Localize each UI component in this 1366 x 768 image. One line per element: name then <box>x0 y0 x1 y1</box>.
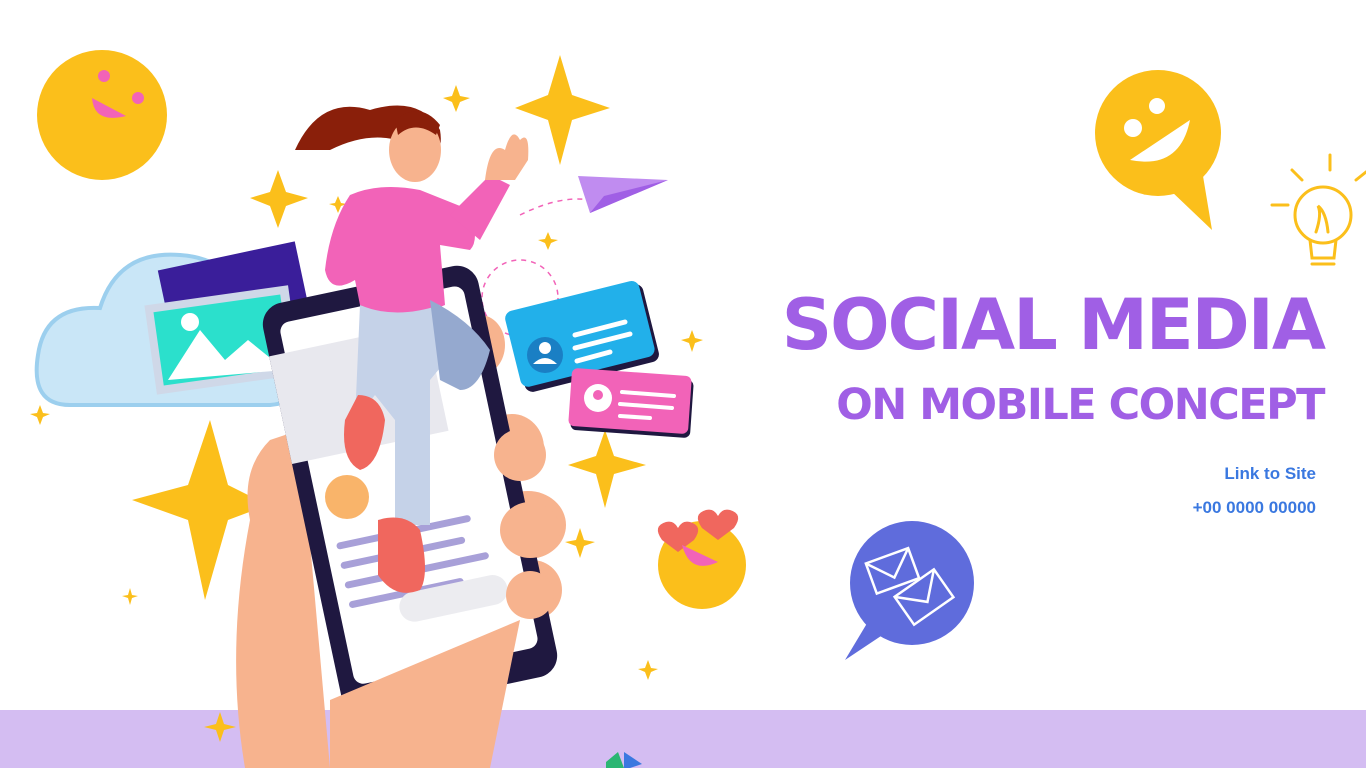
phone-number: +00 0000 00000 <box>1192 498 1316 517</box>
profile-card-icon <box>568 368 694 438</box>
logo-mark <box>606 752 642 768</box>
paper-plane-icon <box>578 176 668 213</box>
smiley-icon <box>37 50 167 180</box>
mail-bubble-icon <box>845 521 974 660</box>
headline-title: SOCIAL MEDIA <box>781 284 1326 366</box>
site-link[interactable]: Link to Site <box>1224 464 1316 484</box>
smiley-speech-bubble-icon <box>1095 70 1221 230</box>
heart-eyes-emoji-icon <box>657 509 746 609</box>
lightbulb-icon <box>1270 153 1366 266</box>
headline-subtitle: ON MOBILE CONCEPT <box>836 380 1325 430</box>
